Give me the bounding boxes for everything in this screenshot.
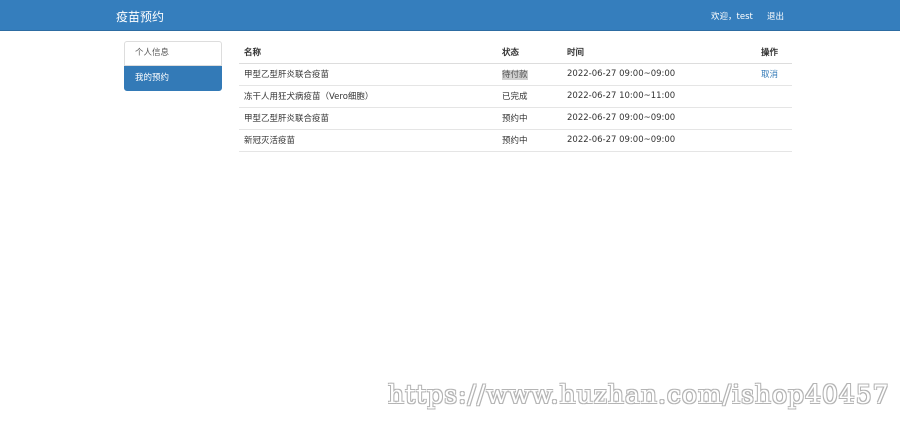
table-row: 甲型乙型肝炎联合疫苗 预约中 2022-06-27 09:00~09:00: [239, 106, 792, 129]
table-row: 冻干人用狂犬病疫苗（Vero细胞） 已完成 2022-06-27 10:00~1…: [239, 84, 792, 107]
cell-time: 2022-06-27 09:00~09:00: [562, 128, 756, 152]
column-header-status: 状态: [497, 41, 562, 64]
cell-action: [756, 106, 792, 129]
cell-action: 取消: [756, 62, 792, 85]
cell-time: 2022-06-27 09:00~09:00: [562, 62, 756, 85]
column-header-name: 名称: [239, 41, 497, 64]
sidebar-item-my-appointments[interactable]: 我的预约: [124, 66, 222, 91]
brand-title[interactable]: 疫苗预约: [116, 8, 164, 25]
cell-time: 2022-06-27 10:00~11:00: [562, 84, 756, 107]
sidebar: 个人信息 我的预约: [124, 41, 222, 91]
cell-status: 待付款: [497, 62, 562, 85]
status-text: 待付款: [502, 70, 528, 80]
cell-vaccine-name: 甲型乙型肝炎联合疫苗: [239, 62, 497, 85]
cell-status: 预约中: [497, 128, 562, 152]
sidebar-item-label: 个人信息: [135, 48, 170, 58]
table-row: 甲型乙型肝炎联合疫苗 待付款 2022-06-27 09:00~09:00 取消: [239, 62, 792, 85]
cancel-link[interactable]: 取消: [761, 70, 778, 80]
cell-vaccine-name: 新冠灭活疫苗: [239, 128, 497, 152]
appointments-table: 名称 状态 时间 操作 甲型乙型肝炎联合疫苗 待付款 2022-06-27 09…: [239, 41, 792, 152]
sidebar-item-label: 我的预约: [135, 73, 170, 83]
table-header-row: 名称 状态 时间 操作: [239, 41, 792, 64]
top-navbar: 疫苗预约 欢迎，test 退出: [0, 0, 900, 31]
table-row: 新冠灭活疫苗 预约中 2022-06-27 09:00~09:00: [239, 128, 792, 152]
cell-status: 预约中: [497, 106, 562, 129]
cell-action: [756, 84, 792, 107]
column-header-time: 时间: [562, 41, 756, 64]
logout-link[interactable]: 退出: [767, 10, 784, 22]
column-header-action: 操作: [756, 41, 792, 64]
cell-status: 已完成: [497, 84, 562, 107]
cell-action: [756, 128, 792, 152]
sidebar-item-profile[interactable]: 个人信息: [124, 41, 222, 66]
cell-vaccine-name: 冻干人用狂犬病疫苗（Vero细胞）: [239, 84, 497, 107]
cell-time: 2022-06-27 09:00~09:00: [562, 106, 756, 129]
cell-vaccine-name: 甲型乙型肝炎联合疫苗: [239, 106, 497, 129]
welcome-text: 欢迎，test: [711, 12, 753, 22]
watermark-text: https://www.huzhan.com/ishop40457: [388, 380, 890, 409]
